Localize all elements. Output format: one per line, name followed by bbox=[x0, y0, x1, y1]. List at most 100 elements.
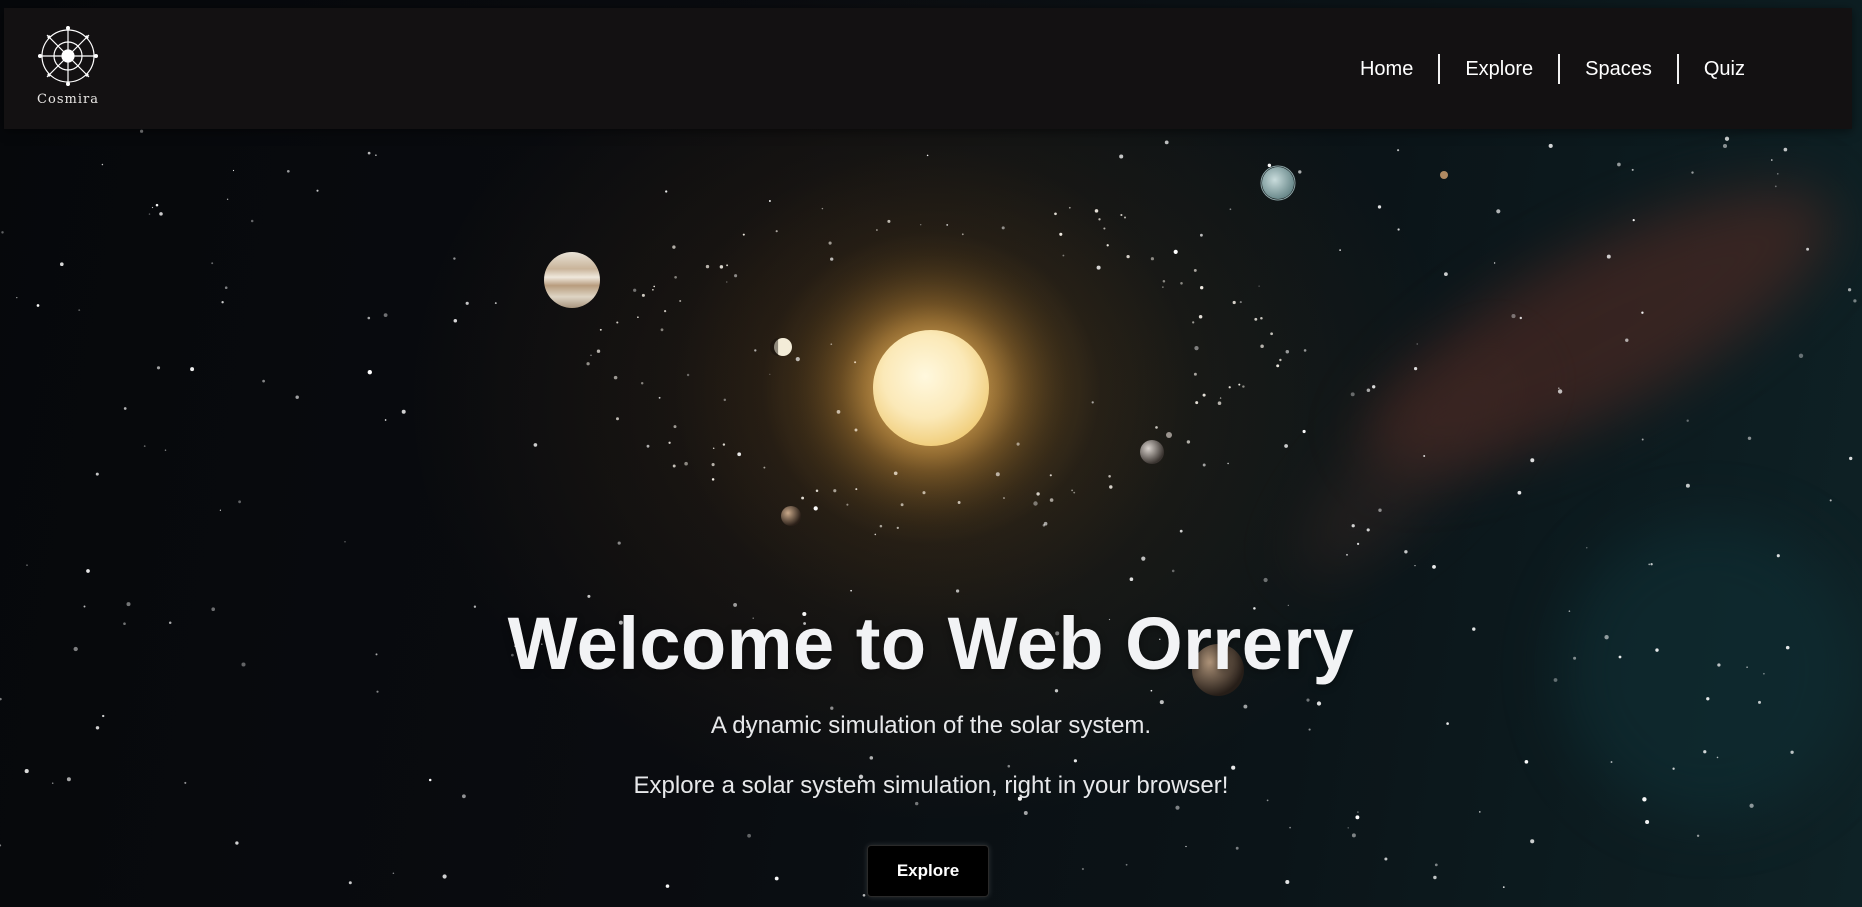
star bbox=[1258, 285, 1260, 287]
star bbox=[1185, 845, 1187, 848]
star bbox=[1091, 401, 1094, 404]
star bbox=[36, 304, 40, 307]
star bbox=[1303, 349, 1307, 352]
explore-button[interactable]: Explore bbox=[867, 845, 989, 897]
star bbox=[16, 296, 18, 299]
star bbox=[367, 316, 371, 320]
star bbox=[769, 373, 771, 375]
asteroid bbox=[763, 466, 766, 469]
asteroid bbox=[1228, 386, 1231, 389]
asteroid bbox=[1260, 344, 1264, 349]
star bbox=[1173, 249, 1178, 254]
star bbox=[1686, 419, 1689, 422]
star bbox=[232, 169, 235, 172]
star bbox=[1306, 698, 1310, 702]
star bbox=[78, 309, 81, 312]
star bbox=[1298, 170, 1302, 174]
star bbox=[915, 801, 919, 806]
star bbox=[1617, 162, 1621, 167]
star bbox=[344, 540, 346, 543]
star bbox=[1229, 208, 1232, 211]
hero-tagline: Explore a solar system simulation, right… bbox=[633, 772, 1229, 799]
star bbox=[1351, 833, 1356, 838]
asteroid bbox=[1180, 282, 1183, 285]
star bbox=[1524, 759, 1529, 764]
asteroid bbox=[653, 285, 656, 288]
top-navbar: Cosmira Home Explore Spaces Quiz bbox=[4, 8, 1852, 129]
star bbox=[723, 398, 727, 402]
asteroid bbox=[1162, 279, 1166, 283]
star bbox=[155, 203, 159, 207]
star bbox=[1267, 163, 1272, 168]
asteroid bbox=[1186, 440, 1191, 444]
asteroid bbox=[586, 362, 590, 366]
asteroid bbox=[673, 425, 677, 429]
star bbox=[1530, 839, 1535, 844]
asteroid bbox=[599, 328, 602, 331]
star bbox=[1444, 272, 1448, 276]
star bbox=[1366, 528, 1370, 532]
asteroid bbox=[1198, 315, 1203, 319]
asteroid bbox=[722, 443, 726, 446]
star bbox=[0, 697, 2, 701]
star bbox=[1798, 353, 1804, 358]
star bbox=[159, 212, 163, 216]
star bbox=[1703, 750, 1707, 754]
star bbox=[1372, 385, 1376, 389]
star bbox=[774, 876, 779, 881]
compass-rose-icon bbox=[38, 26, 98, 86]
star bbox=[1724, 136, 1730, 141]
asteroid bbox=[775, 230, 778, 233]
star bbox=[590, 354, 592, 357]
star bbox=[1164, 140, 1169, 145]
star bbox=[1179, 529, 1183, 533]
star bbox=[401, 409, 406, 414]
star bbox=[384, 419, 387, 421]
star bbox=[533, 443, 538, 447]
star bbox=[1777, 173, 1779, 175]
asteroid bbox=[821, 207, 824, 210]
star bbox=[1081, 867, 1084, 871]
nav-link-explore[interactable]: Explore bbox=[1440, 54, 1558, 84]
star bbox=[286, 169, 290, 173]
star bbox=[1502, 886, 1505, 888]
star bbox=[813, 506, 818, 511]
star bbox=[617, 541, 621, 545]
star bbox=[1302, 429, 1306, 434]
star bbox=[1194, 345, 1199, 351]
star bbox=[1202, 463, 1206, 467]
star bbox=[1749, 803, 1754, 808]
star bbox=[830, 257, 834, 261]
star bbox=[686, 373, 690, 377]
star bbox=[1783, 147, 1788, 152]
star bbox=[1706, 697, 1710, 701]
asteroid bbox=[1200, 286, 1204, 290]
nav-link-spaces[interactable]: Spaces bbox=[1560, 54, 1677, 84]
star bbox=[646, 444, 650, 448]
asteroid bbox=[672, 464, 676, 468]
star bbox=[768, 200, 771, 202]
asteroid bbox=[711, 478, 715, 481]
nav-link-quiz[interactable]: Quiz bbox=[1679, 54, 1770, 84]
star bbox=[123, 407, 127, 410]
star bbox=[737, 452, 742, 457]
asteroid bbox=[660, 328, 664, 332]
star bbox=[1043, 521, 1048, 526]
star bbox=[494, 302, 497, 305]
star bbox=[1355, 815, 1360, 820]
star bbox=[1511, 314, 1516, 319]
star bbox=[164, 449, 167, 451]
asteroid bbox=[1106, 244, 1109, 247]
star bbox=[1847, 288, 1852, 292]
asteroid bbox=[1155, 426, 1158, 429]
nav-link-home[interactable]: Home bbox=[1335, 54, 1438, 84]
asteroid bbox=[1059, 232, 1063, 236]
star bbox=[1159, 700, 1164, 705]
asteroid bbox=[1108, 475, 1111, 478]
star bbox=[919, 223, 922, 226]
asteroid bbox=[711, 463, 715, 467]
star bbox=[1001, 226, 1005, 230]
star bbox=[1377, 205, 1382, 209]
brand-logo[interactable]: Cosmira bbox=[30, 24, 106, 120]
star bbox=[1357, 811, 1359, 813]
